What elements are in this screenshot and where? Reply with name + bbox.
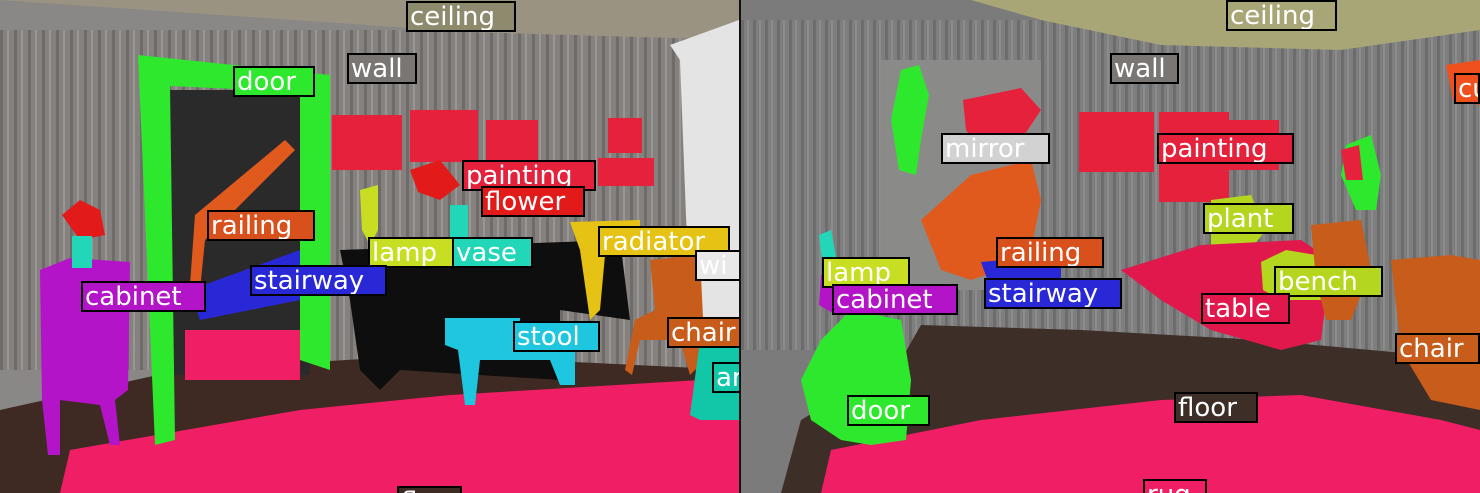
label-stairway: stairway — [250, 265, 387, 296]
painting-region-1 — [332, 115, 402, 170]
label-stairway: stairway — [984, 278, 1122, 309]
label-floor: floor — [397, 486, 462, 493]
label-door: door — [847, 395, 930, 426]
label-bench: bench — [1274, 266, 1383, 297]
label-armchair: ar — [712, 362, 739, 393]
label-chair: chair — [1395, 333, 1480, 364]
left-segmentation-panel: ceiling door wall painting flower railin… — [0, 0, 739, 493]
label-mirror: mirror — [941, 133, 1050, 164]
label-chair: chair — [667, 317, 739, 348]
painting-region-2 — [410, 110, 478, 162]
label-wall: wall — [1110, 53, 1179, 84]
doorway-rug — [185, 330, 300, 380]
label-railing: railing — [996, 237, 1104, 268]
label-painting: painting — [1157, 133, 1294, 164]
label-table: table — [1201, 293, 1290, 324]
cabinet-vase-region — [72, 236, 92, 268]
label-ceiling: ceiling — [406, 1, 516, 32]
label-plant: plant — [1203, 203, 1294, 234]
label-stool: stool — [513, 321, 600, 352]
label-lamp: lamp — [368, 237, 458, 268]
painting-region-4 — [608, 118, 642, 153]
label-rug: rug — [1143, 479, 1207, 493]
label-cabinet: cabinet — [81, 281, 206, 312]
label-railing: railing — [207, 210, 315, 241]
label-door: door — [233, 66, 315, 97]
painting-region-3 — [486, 120, 538, 160]
label-floor: floor — [1174, 392, 1258, 423]
label-wall: wall — [347, 53, 417, 84]
label-ceiling: ceiling — [1226, 0, 1337, 31]
label-cabinet: cabinet — [832, 284, 958, 315]
label-vase: vase — [452, 237, 533, 268]
painting-region-5 — [598, 158, 654, 186]
label-window: wi — [695, 250, 739, 281]
vase-region — [450, 205, 468, 240]
label-curtain: cu — [1454, 73, 1480, 104]
right-segmentation-panel: ceiling wall cu mirror painting plant ra… — [741, 0, 1480, 493]
painting-region-1 — [1079, 112, 1154, 172]
label-flower: flower — [481, 186, 585, 217]
